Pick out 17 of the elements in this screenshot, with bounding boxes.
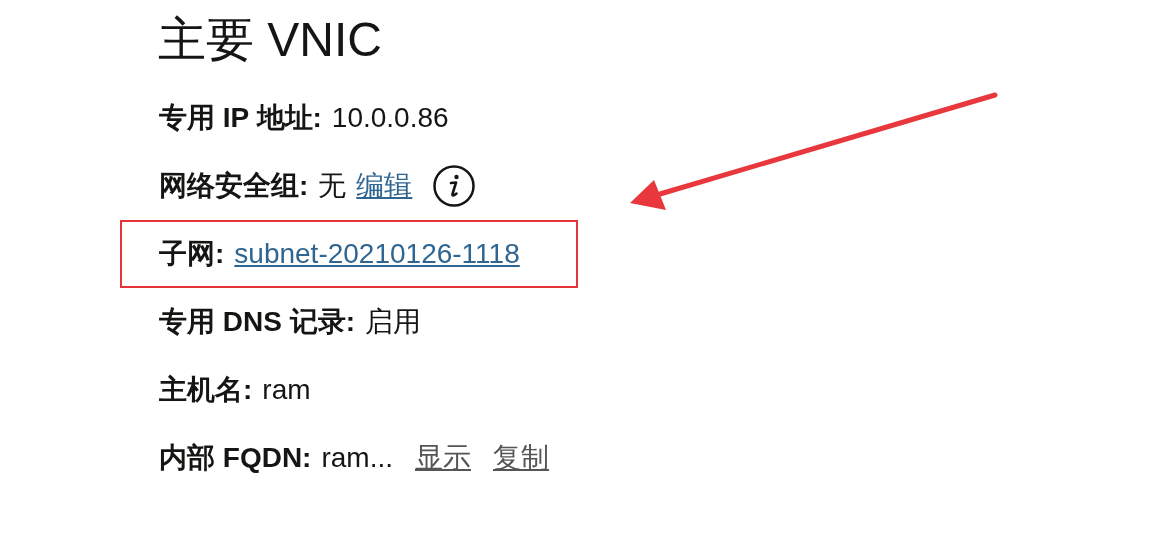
field-value: ram <box>262 374 311 406</box>
field-link[interactable]: 显示 <box>415 439 471 477</box>
field-label: 网络安全组: <box>159 169 309 203</box>
field-link[interactable]: subnet-20210126-1118 <box>234 238 520 270</box>
field-value: 无 <box>318 169 347 203</box>
field-label: 子网: <box>159 237 225 271</box>
section-title: 主要 VNIC <box>158 12 382 68</box>
info-icon[interactable] <box>432 164 477 208</box>
field-value: 启用 <box>365 305 421 339</box>
field-label: 专用 IP 地址: <box>159 101 322 135</box>
field-label: 主机名: <box>159 373 253 407</box>
field-link[interactable]: 编辑 <box>356 167 413 205</box>
field-label: 专用 DNS 记录: <box>159 305 355 339</box>
field-label: 内部 FQDN: <box>159 441 312 475</box>
field-value: 10.0.0.86 <box>331 102 449 134</box>
field-value: ram... <box>321 442 393 474</box>
field-link[interactable]: 复制 <box>493 439 549 477</box>
